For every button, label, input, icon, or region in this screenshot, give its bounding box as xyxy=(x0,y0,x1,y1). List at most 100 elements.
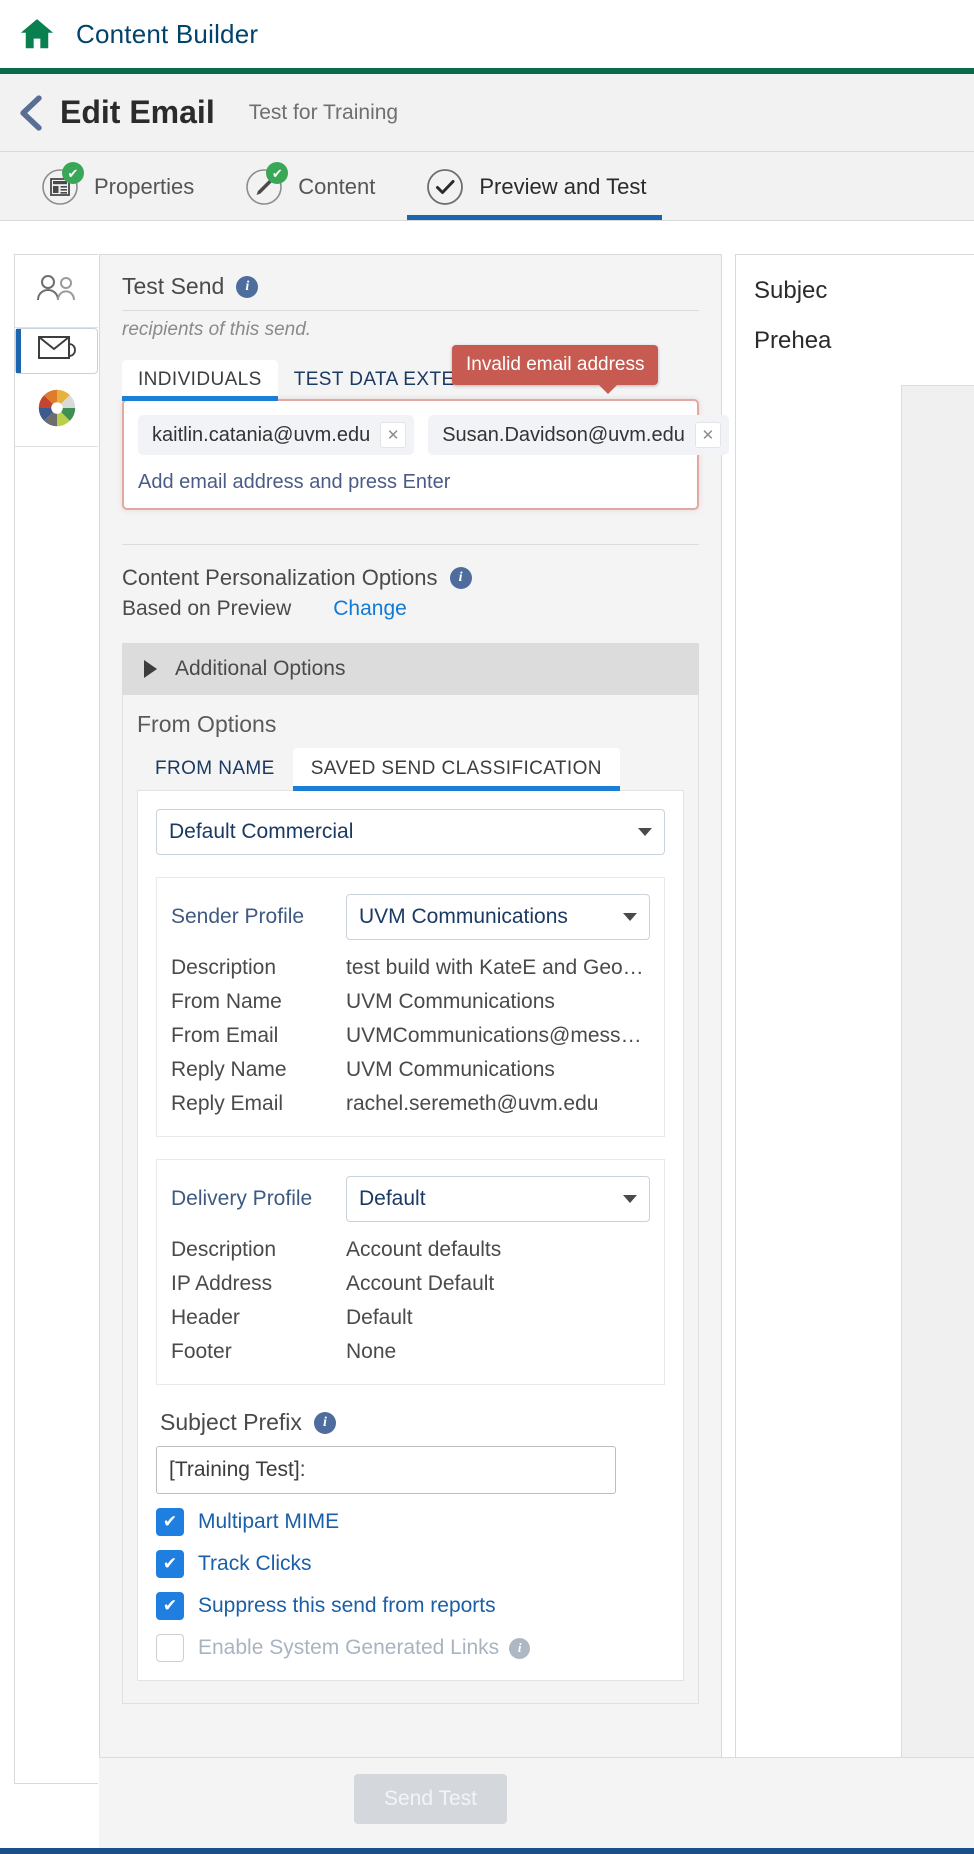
add-email-hint[interactable]: Add email address and press Enter xyxy=(138,471,683,494)
info-icon[interactable]: i xyxy=(449,567,472,589)
test-send-header: Test Send i recipients of this send. IND… xyxy=(100,255,729,510)
delivery-profile-detail-row: Description Account defaults xyxy=(171,1238,650,1262)
personalization-value-row: Based on Preview Change xyxy=(122,597,699,621)
left-rail xyxy=(14,254,98,1784)
checkbox-icon xyxy=(156,1634,184,1662)
sender-profile-select[interactable]: UVM Communications xyxy=(346,894,650,940)
page-body: Test Send i recipients of this send. IND… xyxy=(0,236,974,1854)
preview-panel: Subjec Prehea xyxy=(735,254,974,1854)
page-subtitle: Test for Training xyxy=(248,100,399,124)
from-options-tabs: FROM NAME SAVED SEND CLASSIFICATION xyxy=(137,748,684,791)
additional-options-label: Additional Options xyxy=(175,657,346,680)
delivery-profile-value: Default xyxy=(359,1187,426,1210)
delivery-profile-detail-row: IP Address Account Default xyxy=(171,1272,650,1296)
detail-value: None xyxy=(346,1340,397,1363)
sender-profile-value: UVM Communications xyxy=(359,905,568,928)
send-classification-select[interactable]: Default Commercial xyxy=(156,809,665,855)
tab-saved-send-classification[interactable]: SAVED SEND CLASSIFICATION xyxy=(292,748,621,791)
delivery-profile-label: Delivery Profile xyxy=(171,1187,313,1210)
home-icon[interactable] xyxy=(18,15,56,53)
delivery-profile-select[interactable]: Default xyxy=(346,1176,650,1222)
checkbox-row-track-clicks[interactable]: ✔ Track Clicks xyxy=(156,1550,665,1578)
personalization-value: Based on Preview xyxy=(122,597,292,620)
rail-item-preview[interactable] xyxy=(15,328,98,374)
checkbox-label: Enable System Generated Links xyxy=(198,1636,500,1659)
close-icon[interactable]: ✕ xyxy=(380,422,407,448)
detail-value: Default xyxy=(346,1306,413,1329)
tab-properties-label: Properties xyxy=(94,174,195,199)
panel-footer: Send Test xyxy=(99,1757,974,1854)
detail-key: IP Address xyxy=(171,1272,273,1295)
from-options-section: From Options FROM NAME SAVED SEND CLASSI… xyxy=(122,695,699,1704)
additional-options-header[interactable]: Additional Options xyxy=(122,643,699,695)
tab-from-name[interactable]: FROM NAME xyxy=(137,748,293,790)
app-title[interactable]: Content Builder xyxy=(76,19,258,50)
envelope-preview-icon xyxy=(32,328,82,374)
checkbox-icon[interactable]: ✔ xyxy=(156,1592,184,1620)
personalization-change-link[interactable]: Change xyxy=(333,597,407,621)
info-icon[interactable]: i xyxy=(509,1637,531,1659)
detail-value: rachel.seremeth@uvm.edu xyxy=(346,1092,599,1115)
sender-profile-detail-row: Reply Name UVM Communications xyxy=(171,1058,650,1082)
test-send-panel: Test Send i recipients of this send. IND… xyxy=(99,254,729,1854)
checkbox-row-system-generated-links: Enable System Generated Links i xyxy=(156,1634,665,1662)
tab-properties[interactable]: ✔ Properties xyxy=(22,154,210,220)
wizard-tabs: ✔ Properties ✔ Content Preview and Test xyxy=(0,152,974,221)
delivery-profile-detail-row: Header Default xyxy=(171,1306,650,1330)
sender-profile-card: Sender Profile UVM Communications Descri… xyxy=(156,877,665,1137)
chevron-left-icon[interactable] xyxy=(0,92,52,134)
checkbox-label: Multipart MIME xyxy=(198,1510,340,1533)
send-classification-value: Default Commercial xyxy=(169,820,354,843)
preview-render-area xyxy=(901,385,974,1853)
chevron-down-icon xyxy=(638,828,652,836)
subject-prefix-title-row: Subject Prefix i xyxy=(160,1409,665,1436)
recipient-chip[interactable]: Susan.Davidson@uvm.edu ✕ xyxy=(428,415,729,455)
checkbox-icon[interactable]: ✔ xyxy=(156,1550,184,1578)
tab-individuals[interactable]: INDIVIDUALS xyxy=(122,360,278,401)
checkbox-row-suppress-from-reports[interactable]: ✔ Suppress this send from reports xyxy=(156,1592,665,1620)
tab-content[interactable]: ✔ Content xyxy=(226,154,391,220)
divider xyxy=(122,544,699,545)
check-circle-icon xyxy=(423,165,467,209)
detail-key: From Name xyxy=(171,990,282,1013)
chevron-down-icon xyxy=(623,1195,637,1203)
checkbox-label: Track Clicks xyxy=(198,1552,312,1575)
checkbox-row-multipart-mime[interactable]: ✔ Multipart MIME xyxy=(156,1508,665,1536)
recipient-email: kaitlin.catania@uvm.edu xyxy=(152,423,371,446)
recipients-input[interactable]: kaitlin.catania@uvm.edu ✕ Susan.Davidson… xyxy=(122,399,729,510)
test-send-subtitle: recipients of this send. xyxy=(122,319,312,340)
detail-key: Description xyxy=(171,956,277,979)
info-icon[interactable]: i xyxy=(236,275,259,298)
detail-value: UVMCommunications@message.u… xyxy=(346,1024,650,1047)
detail-key: From Email xyxy=(171,1024,279,1047)
recipient-chip[interactable]: kaitlin.catania@uvm.edu ✕ xyxy=(138,415,415,455)
status-complete-badge: ✔ xyxy=(62,162,84,184)
rail-item-color-wheel[interactable] xyxy=(15,374,98,447)
checkbox-icon[interactable]: ✔ xyxy=(156,1508,184,1536)
bottom-bar xyxy=(0,1848,974,1854)
detail-value: Account defaults xyxy=(346,1238,502,1261)
sender-profile-select-wrap: UVM Communications xyxy=(346,894,650,940)
preview-preheader-label: Prehea xyxy=(754,327,832,354)
invalid-email-tooltip: Invalid email address xyxy=(452,345,659,394)
app-header: Content Builder xyxy=(0,0,974,68)
info-icon[interactable]: i xyxy=(313,1411,336,1434)
triangle-right-icon xyxy=(144,660,157,678)
delivery-profile-detail-row: Footer None xyxy=(171,1340,650,1364)
subject-prefix-input[interactable]: [Training Test]: xyxy=(156,1446,616,1494)
detail-value: Account Default xyxy=(346,1272,495,1295)
send-test-button[interactable]: Send Test xyxy=(354,1774,508,1824)
close-icon[interactable]: ✕ xyxy=(694,422,721,448)
sender-profile-detail-row: From Name UVM Communications xyxy=(171,990,650,1014)
sender-profile-row: Sender Profile UVM Communications xyxy=(171,894,650,940)
subject-prefix-label: Subject Prefix xyxy=(160,1409,302,1435)
tab-preview-and-test-label: Preview and Test xyxy=(479,174,647,199)
preview-subject-label: Subjec xyxy=(754,277,828,304)
audience-icon xyxy=(32,269,82,314)
detail-value: test build with KateE and Geogia xyxy=(346,956,650,979)
rail-item-audience[interactable] xyxy=(15,255,98,328)
tab-preview-and-test[interactable]: Preview and Test xyxy=(407,154,663,220)
tooltip-arrow xyxy=(598,384,618,394)
test-send-title: Test Send xyxy=(122,273,225,299)
detail-key: Footer xyxy=(171,1340,232,1363)
